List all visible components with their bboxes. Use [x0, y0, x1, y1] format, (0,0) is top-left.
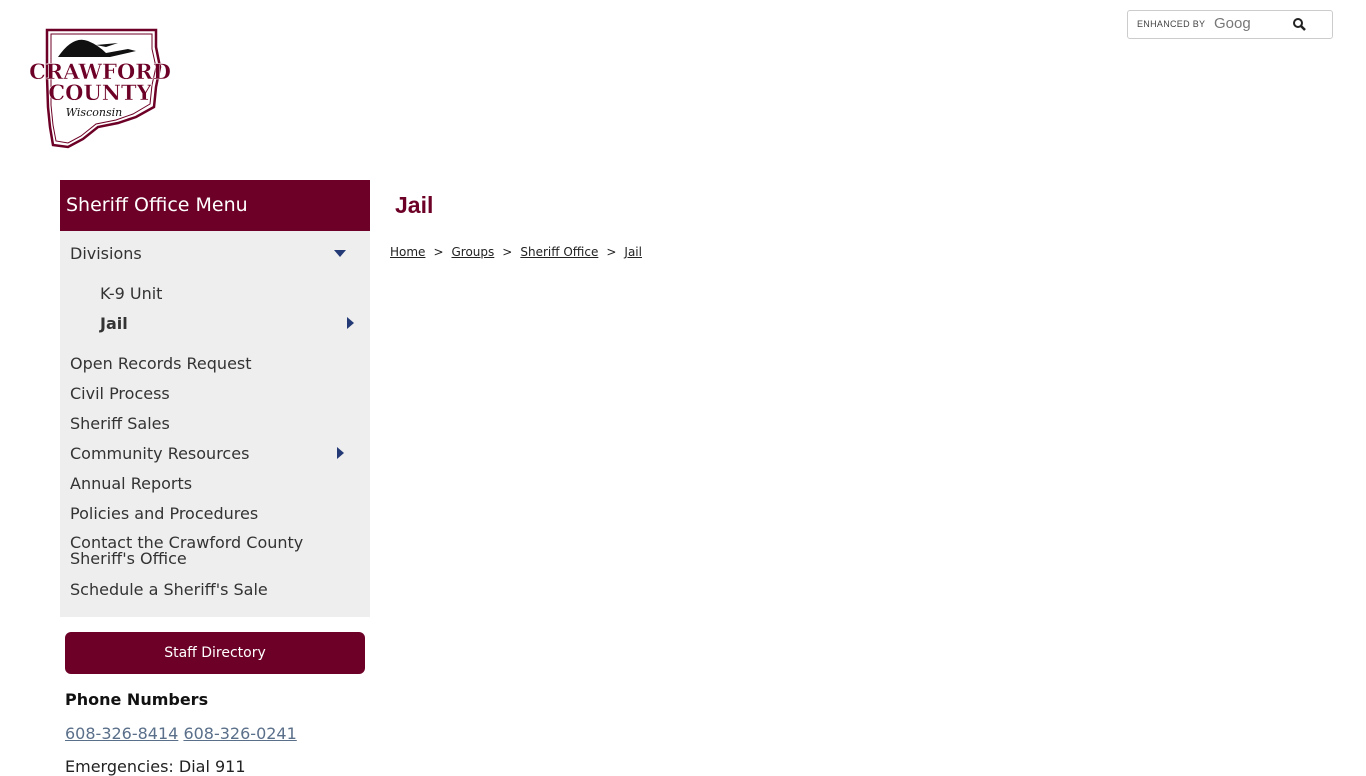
chevron-down-icon[interactable]: [334, 250, 346, 257]
sidebar-item-civil-process[interactable]: Civil Process: [70, 384, 170, 403]
logo-text-wisconsin: Wisconsin: [66, 106, 122, 119]
sidebar-item-contact[interactable]: Contact the Crawford County Sheriff's Of…: [70, 535, 303, 567]
phone-link[interactable]: 608-326-8414: [65, 724, 178, 743]
breadcrumb-sheriff-office[interactable]: Sheriff Office: [520, 245, 598, 259]
breadcrumb-groups[interactable]: Groups: [452, 245, 495, 259]
breadcrumb-separator: >: [433, 245, 444, 259]
breadcrumb-separator: >: [502, 245, 513, 259]
phone-link[interactable]: 608-326-0241: [183, 724, 296, 743]
chevron-right-icon[interactable]: [337, 447, 344, 459]
breadcrumb-jail[interactable]: Jail: [624, 245, 642, 259]
sidebar-item-k9-unit[interactable]: K-9 Unit: [100, 284, 162, 303]
sidebar-item-annual-reports[interactable]: Annual Reports: [70, 474, 192, 493]
sidebar-item-sheriff-sales[interactable]: Sheriff Sales: [70, 414, 170, 433]
sidebar-item-open-records[interactable]: Open Records Request: [70, 354, 252, 373]
breadcrumb-home[interactable]: Home: [390, 245, 425, 259]
county-logo[interactable]: CRAWFORD COUNTY Wisconsin: [28, 27, 172, 149]
emergency-text: Emergencies: Dial 911: [65, 757, 246, 776]
page-title: Jail: [395, 192, 434, 218]
menu-title: Sheriff Office Menu: [60, 180, 370, 231]
phone-numbers: 608-326-8414 608-326-0241: [65, 724, 297, 743]
search-icon[interactable]: [1292, 17, 1308, 33]
sidebar-item-schedule-sale[interactable]: Schedule a Sheriff's Sale: [70, 580, 268, 599]
phone-numbers-heading: Phone Numbers: [65, 690, 209, 709]
google-brand: Goog: [1214, 15, 1251, 32]
sidebar-item-policies[interactable]: Policies and Procedures: [70, 504, 258, 523]
sheriff-office-menu: Sheriff Office Menu Divisions K-9 Unit J…: [60, 180, 370, 617]
logo-text-county: COUNTY: [48, 80, 152, 105]
chevron-right-icon[interactable]: [347, 317, 354, 329]
site-search[interactable]: ENHANCED BY Goog: [1127, 10, 1333, 39]
enhanced-by-label: ENHANCED BY: [1137, 19, 1206, 29]
staff-directory-button[interactable]: Staff Directory: [65, 632, 365, 674]
contact-line-2: Sheriff's Office: [70, 549, 187, 568]
breadcrumb-separator: >: [606, 245, 617, 259]
sidebar-item-jail[interactable]: Jail: [100, 314, 128, 333]
sidebar-item-community-resources[interactable]: Community Resources: [70, 444, 249, 463]
sidebar-item-divisions[interactable]: Divisions: [70, 244, 142, 263]
breadcrumb: Home > Groups > Sheriff Office > Jail: [390, 245, 642, 259]
